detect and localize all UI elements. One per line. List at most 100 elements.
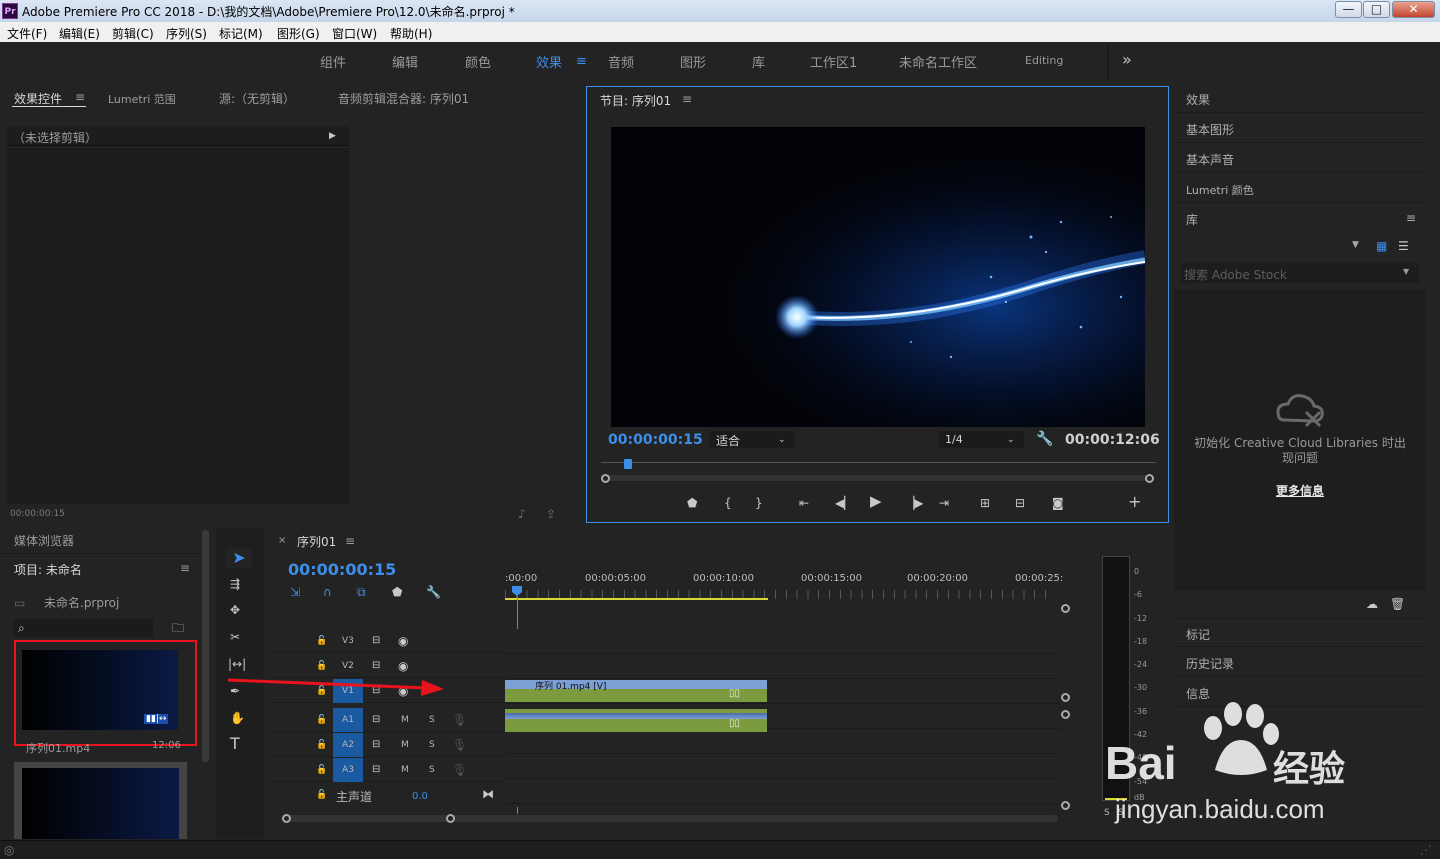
track-header-a1[interactable]: 🔓 A1 ⊟ M S 🎙 [268,708,504,732]
work-area-bar[interactable] [505,598,768,600]
lock-icon[interactable]: 🔓 [316,787,327,803]
ripple-edit-tool-icon[interactable]: ✥ [230,602,240,618]
lock-icon[interactable]: 🔓 [316,762,327,778]
program-menu-icon[interactable]: ≡ [682,92,692,106]
lock-icon[interactable]: 🔓 [316,712,327,728]
program-playhead[interactable] [624,459,632,469]
vertical-zoom-handle[interactable] [1061,801,1070,810]
workspace-menu-icon[interactable]: ≡ [576,54,587,69]
timeline-menu-icon[interactable]: ≡ [345,534,355,548]
add-marker-icon[interactable]: ⬟ [392,584,402,600]
tab-effect-controls[interactable]: 效果控件 [14,90,62,107]
workspace-color[interactable]: 颜色 [465,52,491,71]
menu-marker[interactable]: 标记(M) [219,25,263,42]
track-select-tool-icon[interactable]: ⇶ [230,576,240,592]
master-volume-value[interactable]: 0.0 [412,791,428,802]
track-target-a2[interactable]: A2 [333,733,363,757]
panel-history[interactable]: 历史记录 [1174,648,1426,677]
track-header-a2[interactable]: 🔓 A2 ⊟ M S 🎙 [268,733,504,757]
panel-markers[interactable]: 标记 [1174,618,1426,647]
extract-icon[interactable]: ⊟ [1015,495,1025,511]
program-current-timecode[interactable]: 00:00:00:15 [608,432,703,448]
wrench-icon[interactable]: 🔧 [1036,431,1053,447]
track-header-master[interactable]: 🔓 主声道 0.0 ⧓ [268,783,504,807]
panel-libraries[interactable]: 库 ≡ [1174,204,1426,233]
sync-lock-icon[interactable]: ⊟ [372,737,380,753]
audio-clip[interactable]: ▯▯ [505,709,767,732]
menu-file[interactable]: 文件(F) [7,25,47,42]
adobe-stock-search[interactable]: 搜索 Adobe Stock ▼ [1181,263,1419,283]
selection-tool-icon[interactable]: ➤ [226,548,252,568]
video-clip[interactable]: 序列 01.mp4 [V] ▯▯ [505,680,767,702]
project-scrollbar[interactable] [202,530,209,762]
trash-icon[interactable]: 🗑 [1390,596,1405,612]
timeline-timecode[interactable]: 00:00:00:15 [288,560,396,579]
workspace-untitled[interactable]: 未命名工作区 [899,52,977,71]
workspace-effects[interactable]: 效果 [536,52,562,71]
library-selector[interactable]: ▼ [1182,236,1367,254]
tab-lumetri-scopes[interactable]: Lumetri 范围 [108,91,176,107]
track-target-a1[interactable]: A1 [333,708,363,732]
menu-window[interactable]: 窗口(W) [332,25,377,42]
step-back-icon[interactable]: ◀▏ [835,495,853,511]
sync-lock-icon[interactable]: ⊟ [372,658,380,674]
mute-button[interactable]: M [401,715,409,725]
export-frame-icon[interactable]: ◙ [1052,495,1064,511]
minimize-button[interactable]: — [1335,1,1362,18]
menu-edit[interactable]: 编辑(E) [59,25,100,42]
mute-button[interactable]: M [401,740,409,750]
vertical-zoom-handle[interactable] [1061,710,1070,719]
zoom-scrollbar[interactable] [601,475,1151,481]
timeline-zoom-scrollbar[interactable] [284,815,1058,822]
lock-icon[interactable]: 🔓 [316,633,327,649]
zoom-handle-left[interactable] [601,474,610,483]
project-search-input[interactable]: ⌕ [14,619,153,637]
workspace-libraries[interactable]: 库 [752,52,765,71]
step-forward-icon[interactable]: ▕▶ [905,495,923,511]
sync-lock-icon[interactable]: ⊟ [372,712,380,728]
program-ruler[interactable] [601,462,1156,463]
lock-icon[interactable]: 🔓 [316,658,327,674]
mute-button[interactable]: M [401,765,409,775]
timeline-tab-label[interactable]: 序列01 [297,533,336,550]
menu-clip[interactable]: 剪辑(C) [112,25,154,42]
workspace-assembly[interactable]: 组件 [320,52,346,71]
menu-help[interactable]: 帮助(H) [390,25,432,42]
cloud-sync-icon[interactable]: ☁ [1366,596,1378,612]
mic-icon[interactable]: 🎙 [452,737,467,753]
tab-project[interactable]: 项目: 未命名 ≡ [0,555,200,583]
eye-icon[interactable]: ◉ [398,633,408,649]
expand-arrow-icon[interactable]: ▶ [329,128,336,144]
fit-dropdown[interactable]: 适合 ⌄ [710,431,795,448]
vertical-zoom-handle[interactable] [1061,693,1070,702]
workspace-1[interactable]: 工作区1 [810,52,857,71]
program-video-frame[interactable] [611,127,1145,427]
go-to-out-icon[interactable]: ⇥ [939,495,949,511]
go-to-in-icon[interactable]: ⇤ [799,495,809,511]
sync-lock-icon[interactable]: ⊟ [372,762,380,778]
sequence-thumbnail-frame[interactable] [14,762,187,839]
maximize-button[interactable]: □ [1363,1,1390,18]
eye-icon[interactable]: ◉ [398,658,408,674]
project-menu-icon[interactable]: ≡ [180,561,190,575]
mark-out-icon[interactable]: } [755,495,763,511]
more-info-link[interactable]: 更多信息 [1174,482,1426,499]
master-go-to-icon[interactable]: ⧓ [482,786,494,802]
menu-graphics[interactable]: 图形(G) [277,25,320,42]
track-header-v3[interactable]: 🔓 V3 ⊟ ◉ [268,629,504,653]
grid-view-icon[interactable]: ▦ [1376,238,1387,254]
list-view-icon[interactable]: ☰ [1398,238,1409,254]
solo-button[interactable]: S [429,765,435,775]
mic-icon[interactable]: 🎙 [452,712,467,728]
add-marker-icon[interactable]: ⬟ [687,495,697,511]
workspace-audio[interactable]: 音频 [608,52,634,71]
workspace-graphics[interactable]: 图形 [680,52,706,71]
nest-icon[interactable]: ⇲ [290,584,300,600]
lock-icon[interactable]: 🔓 [316,737,327,753]
solo-button[interactable]: S [429,740,435,750]
workspace-editing-en[interactable]: Editing [1025,54,1063,67]
menu-sequence[interactable]: 序列(S) [166,25,207,42]
tab-media-browser[interactable]: 媒体浏览器 [0,526,200,554]
export-icon[interactable]: ⇪ [546,506,556,522]
workspace-editing[interactable]: 编辑 [392,52,418,71]
